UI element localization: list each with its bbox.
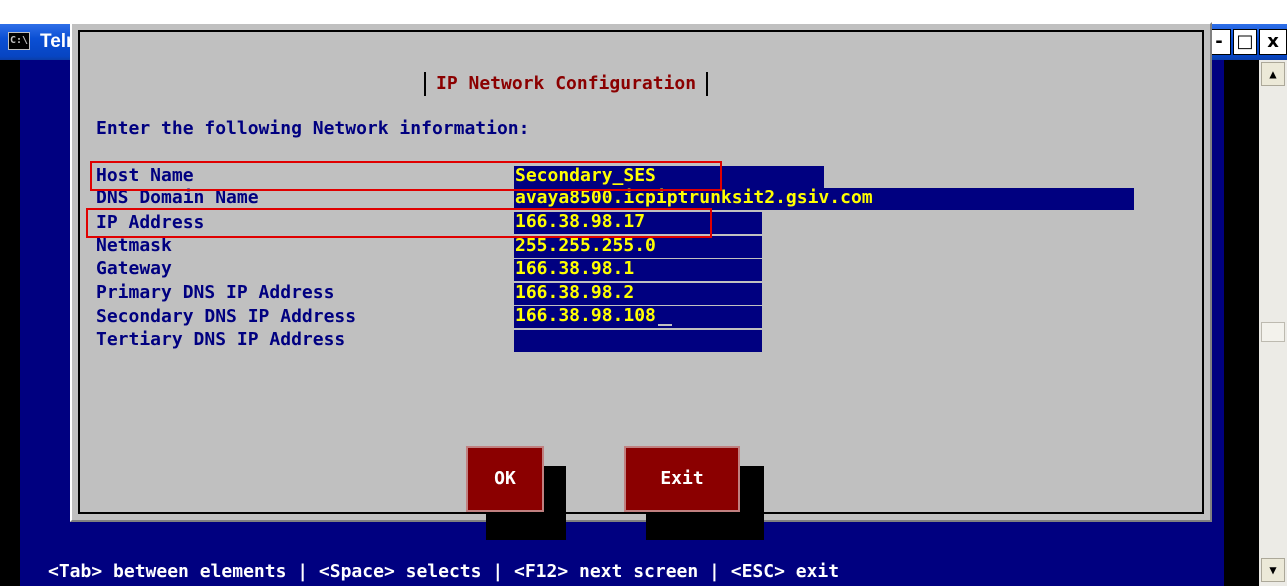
dialog-prompt: Enter the following Network information:	[96, 118, 530, 139]
dns-domain-name-field[interactable]: avaya8500.icpiptrunksit2.gsiv.com	[514, 188, 1134, 210]
scroll-up-arrow-icon[interactable]: ▲	[1261, 62, 1285, 86]
secondary-dns-field[interactable]: 166.38.98.108	[514, 306, 762, 328]
tertiary-dns-field[interactable]	[514, 330, 762, 352]
host-name-highlight	[90, 161, 722, 191]
primary-dns-label: Primary DNS IP Address	[96, 282, 335, 303]
netmask-field[interactable]: 255.255.255.0	[514, 236, 762, 258]
tertiary-dns-label: Tertiary DNS IP Address	[96, 329, 346, 350]
netmask-label: Netmask	[96, 235, 172, 256]
exit-button[interactable]: Exit	[624, 446, 740, 512]
dialog-title: IP Network Configuration	[424, 72, 709, 96]
ip-address-highlight	[86, 208, 712, 238]
maximize-button[interactable]: □	[1233, 29, 1257, 55]
dns-domain-name-label: DNS Domain Name	[96, 187, 259, 208]
secondary-dns-label: Secondary DNS IP Address	[96, 306, 357, 327]
scroll-down-arrow-icon[interactable]: ▼	[1261, 558, 1285, 582]
close-button[interactable]: x	[1259, 29, 1287, 55]
gateway-label: Gateway	[96, 258, 172, 279]
text-cursor	[657, 310, 672, 326]
ok-button[interactable]: OK	[466, 446, 544, 512]
exit-button-label: Exit	[660, 468, 704, 489]
gateway-field[interactable]: 166.38.98.1	[514, 259, 762, 281]
scroll-thumb[interactable]	[1261, 322, 1285, 342]
secondary-dns-value: 166.38.98.108	[515, 306, 656, 326]
gateway-value: 166.38.98.1	[515, 259, 635, 279]
console-app-icon[interactable]: C:\	[8, 32, 30, 50]
dns-domain-name-value: avaya8500.icpiptrunksit2.gsiv.com	[515, 188, 873, 208]
primary-dns-field[interactable]: 166.38.98.2	[514, 283, 762, 305]
primary-dns-value: 166.38.98.2	[515, 283, 635, 303]
ok-button-label: OK	[494, 468, 516, 489]
vertical-scrollbar[interactable]: ▲ ▼	[1259, 60, 1287, 586]
netmask-value: 255.255.255.0	[515, 236, 656, 256]
keyboard-hint-bar: <Tab> between elements | <Space> selects…	[20, 558, 1224, 586]
